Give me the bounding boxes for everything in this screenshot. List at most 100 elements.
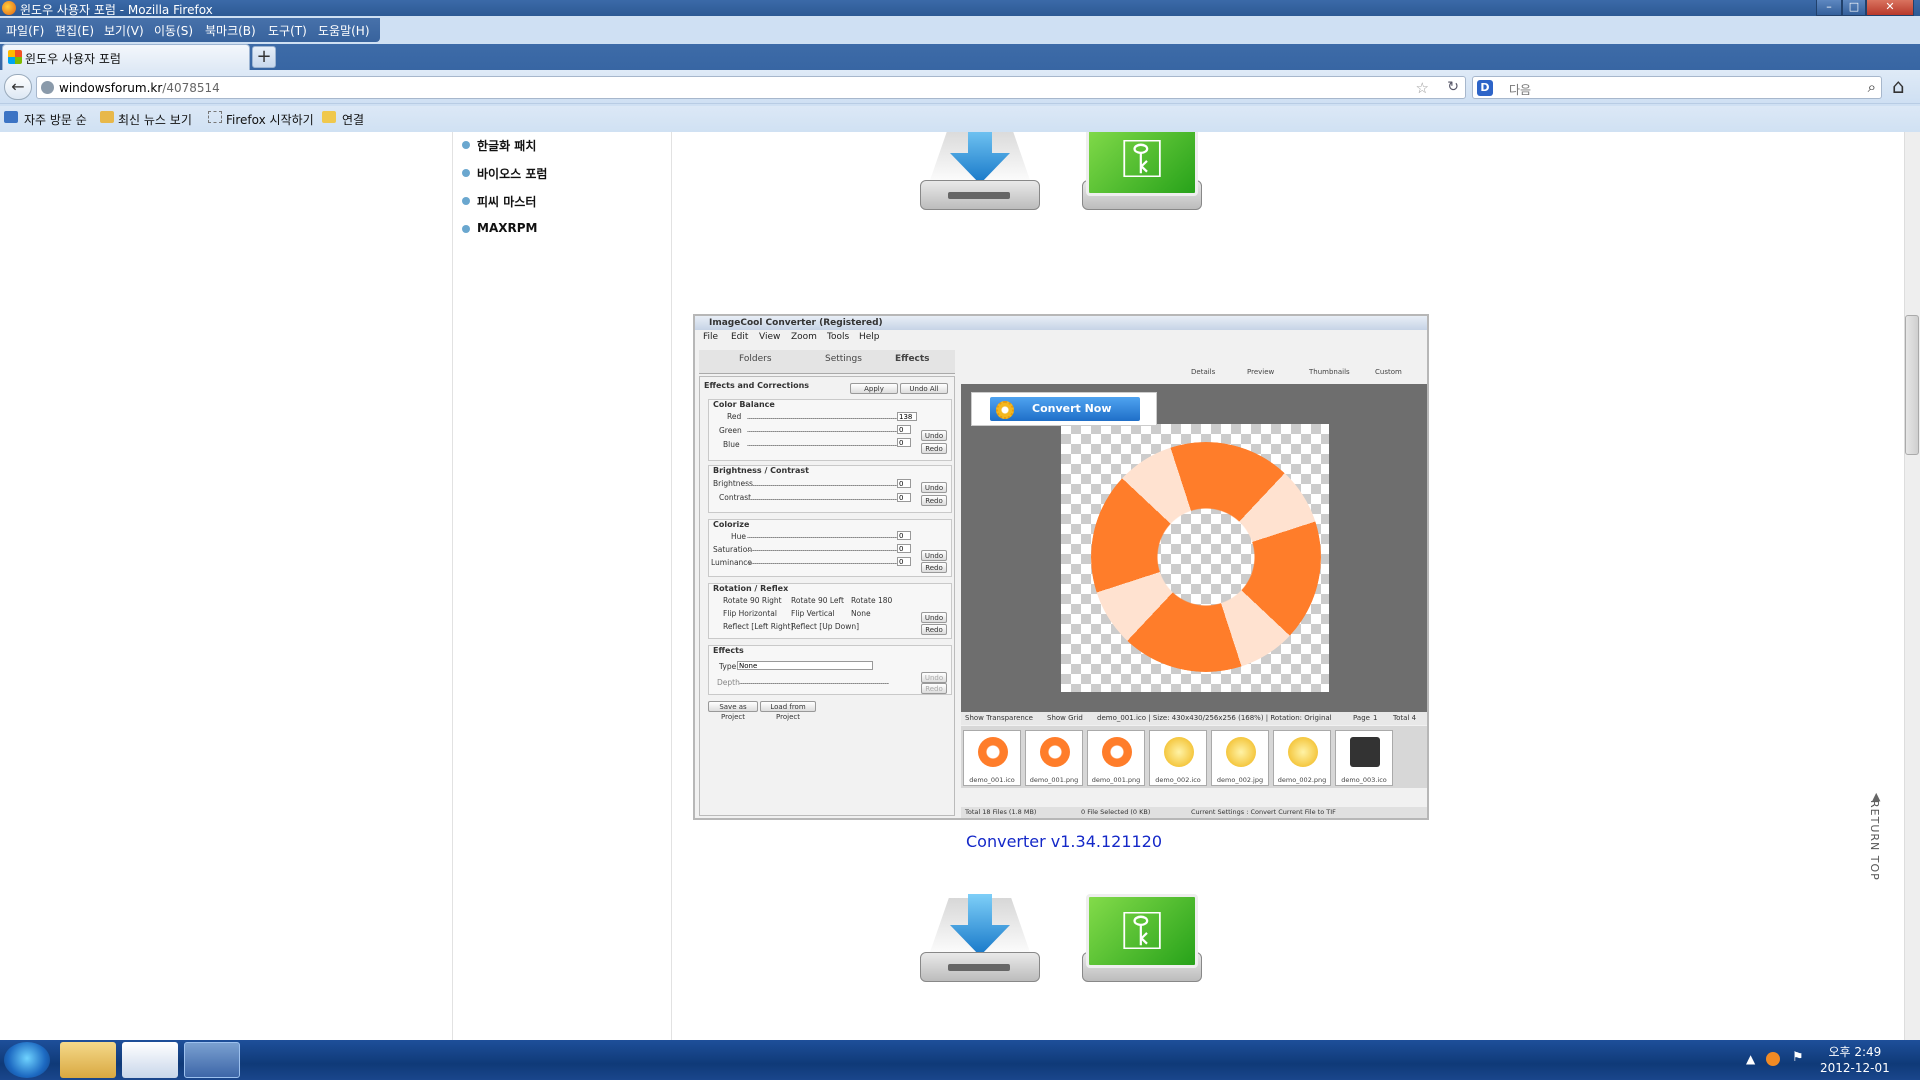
- bookmark-most-visited[interactable]: 자주 방문 순: [24, 111, 87, 128]
- bookmark-links-folder[interactable]: 연결: [342, 111, 364, 128]
- lifebuoy-image: [1091, 442, 1321, 672]
- download-drive-icon[interactable]: [920, 894, 1040, 986]
- url-bar[interactable]: windowsforum.kr/4078514 ☆ ↻: [36, 76, 1466, 99]
- home-icon[interactable]: ⌂: [1892, 74, 1905, 98]
- thumbnail-label: demo_001.ico: [969, 776, 1015, 784]
- undo-button: Undo: [921, 482, 947, 493]
- maximize-button[interactable]: □: [1842, 0, 1866, 16]
- redo-button: Redo: [921, 495, 947, 506]
- tray-app-icon[interactable]: [1766, 1052, 1780, 1066]
- show-transparence-checkbox: Show Transparence: [965, 714, 1033, 722]
- radio-option: Reflect [Up Down]: [791, 622, 860, 631]
- slider-label: Hue: [731, 532, 747, 541]
- url-text[interactable]: windowsforum.kr/4078514: [59, 81, 220, 95]
- close-button[interactable]: ✕: [1866, 0, 1914, 16]
- menu-go[interactable]: 이동(S): [154, 22, 193, 39]
- search-placeholder: 다음: [1509, 83, 1532, 97]
- menu-view[interactable]: 보기(V): [104, 22, 144, 39]
- flag-icon[interactable]: ⚑: [1792, 1050, 1804, 1065]
- image-info: demo_001.ico | Size: 430x430/256x256 (16…: [1097, 714, 1332, 722]
- rss-icon: [100, 111, 114, 123]
- slider-track: [747, 445, 897, 446]
- bullet-icon: [462, 141, 470, 149]
- menu-tools[interactable]: 도구(T): [268, 22, 307, 39]
- thumbnail-label: demo_001.png: [1029, 776, 1079, 784]
- live-taskbar-icon[interactable]: [122, 1042, 178, 1078]
- thumbnail-label: demo_002.png: [1277, 776, 1327, 784]
- app-view-details: Details: [1191, 368, 1216, 376]
- thumbnail: demo_003.ico: [1335, 730, 1393, 786]
- key-drive-icon[interactable]: ⚿: [1082, 132, 1202, 214]
- preview-status-bar: Show Transparence Show Grid demo_001.ico…: [961, 712, 1427, 725]
- slider-value: 0: [897, 544, 911, 553]
- app-tab-folders: Folders: [739, 354, 772, 364]
- search-bar[interactable]: D 다음 ⌕: [1472, 76, 1882, 99]
- app-menu-tools: Tools: [827, 332, 850, 342]
- menu-help[interactable]: 도움말(H): [318, 22, 370, 39]
- page-label: Page: [1353, 714, 1370, 722]
- save-project-button: Save as Project: [708, 701, 758, 721]
- group-label: Rotation / Reflex: [713, 584, 789, 593]
- return-top-label: RETURN TOP: [1868, 800, 1881, 881]
- group-label: Brightness / Contrast: [713, 466, 809, 475]
- thumbnail: demo_002.ico: [1149, 730, 1207, 786]
- reload-icon[interactable]: ↻: [1447, 79, 1459, 95]
- sidebar-link-bios-forum[interactable]: 바이오스 포럼: [477, 165, 547, 182]
- arrow-up-icon[interactable]: ▲: [1872, 790, 1880, 803]
- slider-track: [747, 499, 897, 500]
- firefox-taskbar-icon[interactable]: [184, 1042, 240, 1078]
- slider-value: 0: [897, 425, 911, 434]
- apply-button: Apply: [850, 383, 898, 394]
- app-menu-file: File: [703, 332, 719, 342]
- footer-total: Total 18 Files (1.8 MB): [965, 808, 1037, 816]
- app-title: ImageCool Converter (Registered): [695, 316, 1427, 330]
- field-label: Type: [719, 662, 737, 671]
- taskbar: [0, 1040, 1920, 1080]
- download-drive-icon[interactable]: [920, 132, 1040, 214]
- app-tab-effects: Effects: [895, 354, 930, 364]
- app-menu-edit: Edit: [731, 332, 749, 342]
- page-icon: [208, 111, 222, 123]
- menu-edit[interactable]: 편집(E): [55, 22, 94, 39]
- key-drive-icon[interactable]: ⚿: [1082, 894, 1202, 986]
- app-footer: Total 18 Files (1.8 MB) 0 File Selected …: [961, 807, 1427, 818]
- return-top-button[interactable]: RETURN TOP: [1868, 800, 1881, 881]
- minimize-button[interactable]: –: [1816, 0, 1842, 16]
- thumbnail: demo_001.png: [1025, 730, 1083, 786]
- back-button[interactable]: ←: [4, 74, 32, 100]
- menu-bar: 파일(F) 편집(E) 보기(V) 이동(S) 북마크(B) 도구(T) 도움말…: [0, 18, 380, 42]
- radio-option: Rotate 180: [851, 596, 893, 605]
- thumbnail: demo_002.png: [1273, 730, 1331, 786]
- menu-file[interactable]: 파일(F): [6, 22, 44, 39]
- search-icon[interactable]: ⌕: [1868, 78, 1876, 96]
- thumbnail: demo_001.png: [1087, 730, 1145, 786]
- radio-option: Reflect [Left Right]: [723, 622, 794, 631]
- slider-value: 0: [897, 493, 911, 502]
- menu-bookmarks[interactable]: 북마크(B): [205, 22, 256, 39]
- start-button[interactable]: [4, 1042, 50, 1078]
- window-title: 윈도우 사용자 포럼 - Mozilla Firefox: [20, 3, 213, 17]
- search-engine-icon[interactable]: D: [1477, 80, 1493, 96]
- scrollbar-thumb[interactable]: [1905, 315, 1919, 455]
- radio-option: Rotate 90 Left: [791, 596, 844, 605]
- sidebar-link-pc-master[interactable]: 피씨 마스터: [477, 193, 536, 210]
- tab-title: 윈도우 사용자 포럼: [25, 52, 121, 66]
- explorer-taskbar-icon[interactable]: [60, 1042, 116, 1078]
- tray-expand-icon[interactable]: ▲: [1746, 1052, 1755, 1066]
- new-tab-button[interactable]: +: [252, 46, 276, 68]
- converter-version-link[interactable]: Converter v1.34.121120: [966, 832, 1162, 851]
- slider-label: Brightness: [713, 479, 753, 488]
- vertical-scrollbar[interactable]: [1904, 132, 1920, 1040]
- sidebar-link-maxrpm[interactable]: MAXRPM: [477, 221, 537, 235]
- bookmark-latest-news[interactable]: 최신 뉴스 보기: [118, 111, 192, 128]
- browser-tab[interactable]: 윈도우 사용자 포럼: [2, 44, 250, 70]
- clock-date: 2012-12-01: [1820, 1061, 1890, 1075]
- sidebar-link-korean-patch[interactable]: 한글화 패치: [477, 137, 536, 154]
- bookmark-firefox-start[interactable]: Firefox 시작하기: [226, 111, 314, 128]
- page-value: 1: [1373, 714, 1378, 722]
- system-clock[interactable]: 오후 2:49 2012-12-01: [1820, 1044, 1890, 1076]
- slider-value: 138: [897, 412, 917, 421]
- redo-button: Redo: [921, 624, 947, 635]
- bookmark-star-icon[interactable]: ☆: [1416, 79, 1429, 97]
- gear-icon: [996, 401, 1014, 419]
